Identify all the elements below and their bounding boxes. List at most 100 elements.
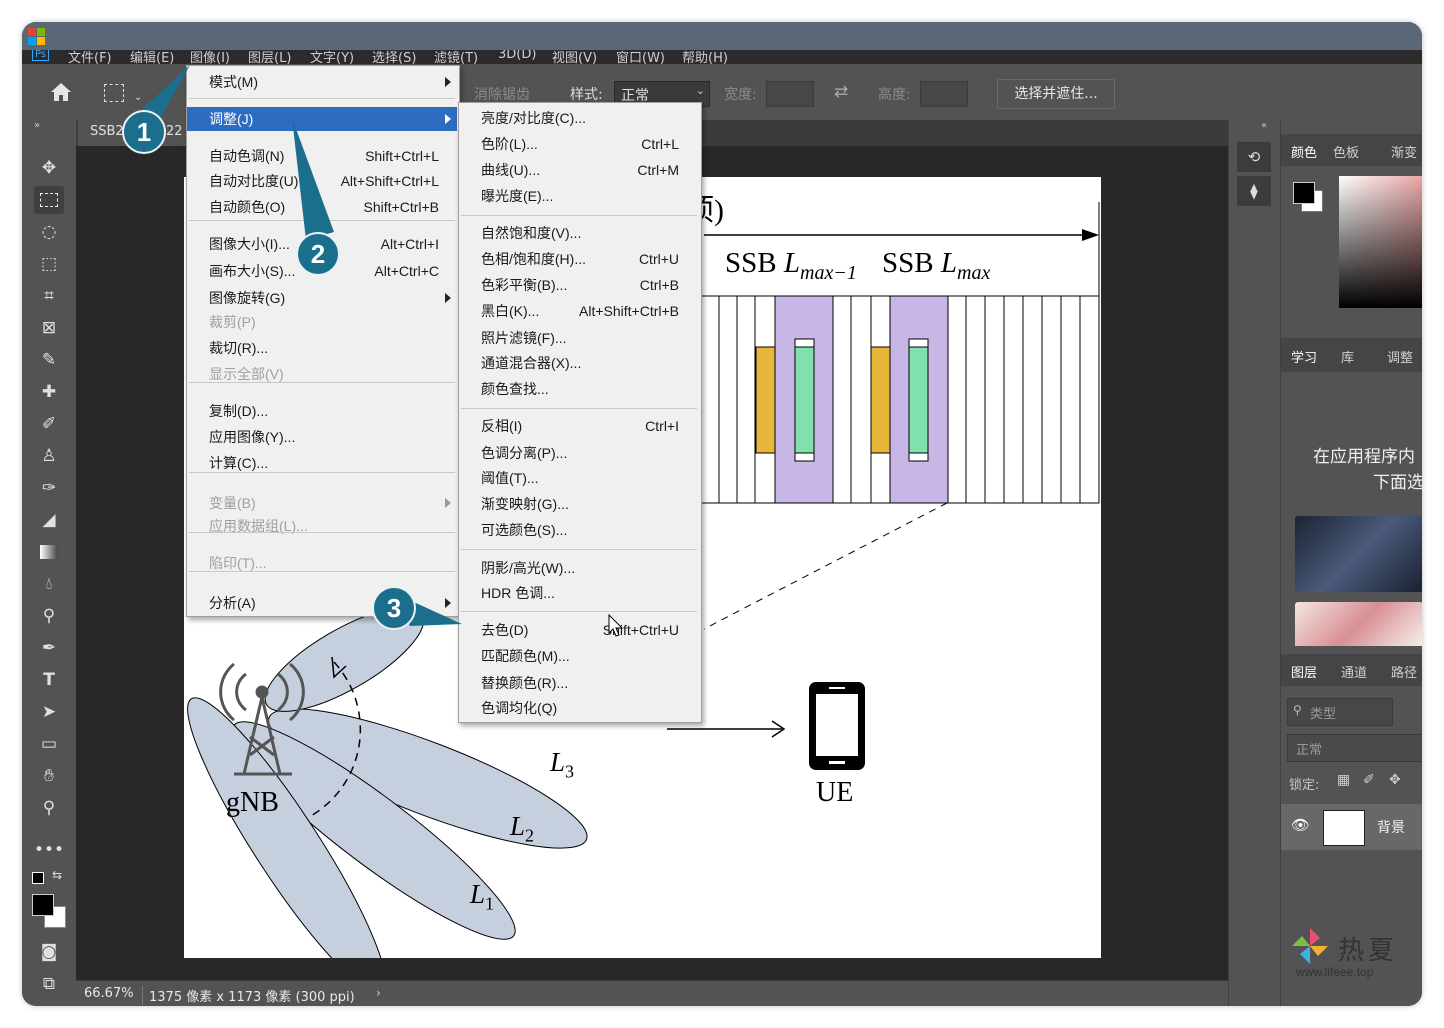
menu-item-gradient-map[interactable]: 渐变映射(G)... <box>459 492 699 516</box>
menu-item-color-balance[interactable]: 色彩平衡(B)... Ctrl+B <box>459 273 699 297</box>
type-tool-icon[interactable]: T <box>34 666 64 694</box>
menu-item-posterize[interactable]: 色调分离(P)... <box>459 441 699 465</box>
menu-item-trim[interactable]: 裁切(R)... <box>187 336 457 360</box>
learn-thumbnail[interactable] <box>1295 516 1422 592</box>
lock-position-icon[interactable]: ✥ <box>1389 772 1401 788</box>
history-brush-tool-icon[interactable]: ✑ <box>34 474 64 502</box>
panel-fg-swatch[interactable] <box>1293 182 1315 204</box>
quick-mask-icon[interactable]: ◙ <box>34 938 64 966</box>
menu-type[interactable]: 文字(Y) <box>310 50 354 64</box>
height-input[interactable] <box>920 81 968 107</box>
menu-item-apply-data-set[interactable]: 应用数据组(L)... <box>187 514 457 538</box>
brush-tool-icon[interactable]: ✐ <box>34 410 64 438</box>
stamp-tool-icon[interactable]: ♙ <box>34 442 64 470</box>
layer-row[interactable]: 👁︎ 背景 <box>1281 804 1422 850</box>
menu-file[interactable]: 文件(F) <box>68 50 112 64</box>
menu-edit[interactable]: 编辑(E) <box>130 50 174 64</box>
screen-mode-icon[interactable]: ⧉ <box>34 970 64 998</box>
hand-tool-icon[interactable]: ✋︎ <box>34 762 64 790</box>
zoom-level[interactable]: 66.67% <box>84 986 134 1001</box>
collapse-icon[interactable]: » <box>34 120 40 131</box>
menu-item-replace-color[interactable]: 替换颜色(R)... <box>459 671 699 695</box>
menu-item-hue-saturation[interactable]: 色相/饱和度(H)... Ctrl+U <box>459 247 699 271</box>
menu-3d[interactable]: 3D(D) <box>498 50 536 62</box>
menu-item-color-lookup[interactable]: 颜色查找... <box>459 377 699 401</box>
chevron-right-icon[interactable]: › <box>376 986 381 1000</box>
menu-item-match-color[interactable]: 匹配颜色(M)... <box>459 644 699 668</box>
menu-view[interactable]: 视图(V) <box>552 50 597 64</box>
menu-item-invert[interactable]: 反相(I) Ctrl+I <box>459 414 699 438</box>
select-and-mask-button[interactable]: 选择并遮住... <box>997 79 1115 109</box>
object-select-tool-icon[interactable]: ⬚ <box>34 250 64 278</box>
collapse-icon[interactable]: « <box>1261 120 1267 131</box>
menu-item-mode[interactable]: 模式(M) <box>187 70 457 94</box>
blend-mode-select[interactable]: 正常 <box>1287 734 1422 762</box>
lock-pixels-icon[interactable]: ▦ <box>1337 772 1350 788</box>
menu-item-vibrance[interactable]: 自然饱和度(V)... <box>459 221 699 245</box>
gradient-tool-icon[interactable] <box>34 538 64 566</box>
menu-item-exposure[interactable]: 曝光度(E)... <box>459 184 699 208</box>
learn-thumbnail[interactable] <box>1295 602 1422 646</box>
swap-colors-icon[interactable]: ⇆ <box>52 868 62 882</box>
lock-brush-icon[interactable]: ✐ <box>1363 772 1375 788</box>
eraser-tool-icon[interactable]: ◢ <box>34 506 64 534</box>
menu-filter[interactable]: 滤镜(T) <box>434 50 478 64</box>
menu-item-channel-mixer[interactable]: 通道混合器(X)... <box>459 351 699 375</box>
menu-item-desaturate[interactable]: 去色(D) Shift+Ctrl+U <box>459 618 699 642</box>
menu-item-analysis[interactable]: 分析(A) <box>187 591 457 615</box>
crop-tool-icon[interactable]: ⌗ <box>34 282 64 310</box>
move-tool-icon[interactable]: ✥ <box>34 154 64 182</box>
menu-item-hdr-toning[interactable]: HDR 色调... <box>459 581 699 605</box>
dodge-tool-icon[interactable]: ⚲ <box>34 602 64 630</box>
width-input[interactable] <box>766 81 814 107</box>
menu-item-auto-tone[interactable]: 自动色调(N) Shift+Ctrl+L <box>187 144 457 168</box>
healing-brush-tool-icon[interactable]: ✚ <box>34 378 64 406</box>
menu-item-levels[interactable]: 色阶(L)... Ctrl+L <box>459 132 699 156</box>
foreground-color-swatch[interactable] <box>32 894 54 916</box>
tab-learn[interactable]: 学习 <box>1291 347 1317 366</box>
menu-item-equalize[interactable]: 色调均化(Q) <box>459 696 699 720</box>
tab-libraries[interactable]: 库 <box>1341 347 1354 366</box>
menu-item-duplicate[interactable]: 复制(D)... <box>187 399 457 423</box>
tab-swatches[interactable]: 色板 <box>1333 142 1359 161</box>
color-picker-field[interactable] <box>1339 176 1422 308</box>
menu-item-image-rotation[interactable]: 图像旋转(G) <box>187 286 457 310</box>
home-icon[interactable] <box>48 80 74 104</box>
menu-window[interactable]: 窗口(W) <box>616 50 665 64</box>
menu-help[interactable]: 帮助(H) <box>682 50 728 64</box>
3d-panel-icon[interactable]: ⧫ <box>1237 176 1271 206</box>
path-select-tool-icon[interactable]: ➤ <box>34 698 64 726</box>
menu-item-shadows-highlights[interactable]: 阴影/高光(W)... <box>459 556 699 580</box>
tab-gradients[interactable]: 渐变 <box>1391 142 1417 161</box>
chevron-down-icon[interactable]: ⌄ <box>134 92 142 103</box>
more-tools-icon[interactable]: ••• <box>34 836 64 864</box>
blur-tool-icon[interactable]: 💧︎ <box>34 570 64 598</box>
menu-image[interactable]: 图像(I) <box>190 50 230 64</box>
tab-color[interactable]: 颜色 <box>1291 142 1317 161</box>
tab-channels[interactable]: 通道 <box>1341 662 1367 681</box>
menu-select[interactable]: 选择(S) <box>372 50 416 64</box>
menu-item-auto-contrast[interactable]: 自动对比度(U) Alt+Shift+Ctrl+L <box>187 169 457 193</box>
menu-item-photo-filter[interactable]: 照片滤镜(F)... <box>459 326 699 350</box>
menu-item-auto-color[interactable]: 自动颜色(O) Shift+Ctrl+B <box>187 195 457 219</box>
history-panel-icon[interactable]: ⟲ <box>1237 142 1271 172</box>
menu-item-adjustments[interactable]: 调整(J) <box>187 107 457 131</box>
menu-item-black-white[interactable]: 黑白(K)... Alt+Shift+Ctrl+B <box>459 299 699 323</box>
frame-tool-icon[interactable]: ⊠ <box>34 314 64 342</box>
pen-tool-icon[interactable]: ✒ <box>34 634 64 662</box>
default-colors-icon[interactable] <box>32 872 44 884</box>
lasso-tool-icon[interactable]: ◌ <box>34 218 64 246</box>
swap-icon[interactable]: ⇄ <box>834 82 848 102</box>
shape-tool-icon[interactable]: ▭ <box>34 730 64 758</box>
menu-item-apply-image[interactable]: 应用图像(Y)... <box>187 425 457 449</box>
tab-adjustments[interactable]: 调整 <box>1387 347 1413 366</box>
marquee-tool-preset-icon[interactable] <box>104 84 124 102</box>
menu-item-threshold[interactable]: 阈值(T)... <box>459 466 699 490</box>
menu-item-crop[interactable]: 裁剪(P) <box>187 310 457 334</box>
tab-paths[interactable]: 路径 <box>1391 662 1417 681</box>
menu-item-variables[interactable]: 变量(B) <box>187 491 457 515</box>
zoom-tool-icon[interactable]: ⚲ <box>34 794 64 822</box>
menu-item-selective-color[interactable]: 可选颜色(S)... <box>459 518 699 542</box>
menu-item-brightness-contrast[interactable]: 亮度/对比度(C)... <box>459 106 699 130</box>
tab-layers[interactable]: 图层 <box>1291 662 1317 681</box>
